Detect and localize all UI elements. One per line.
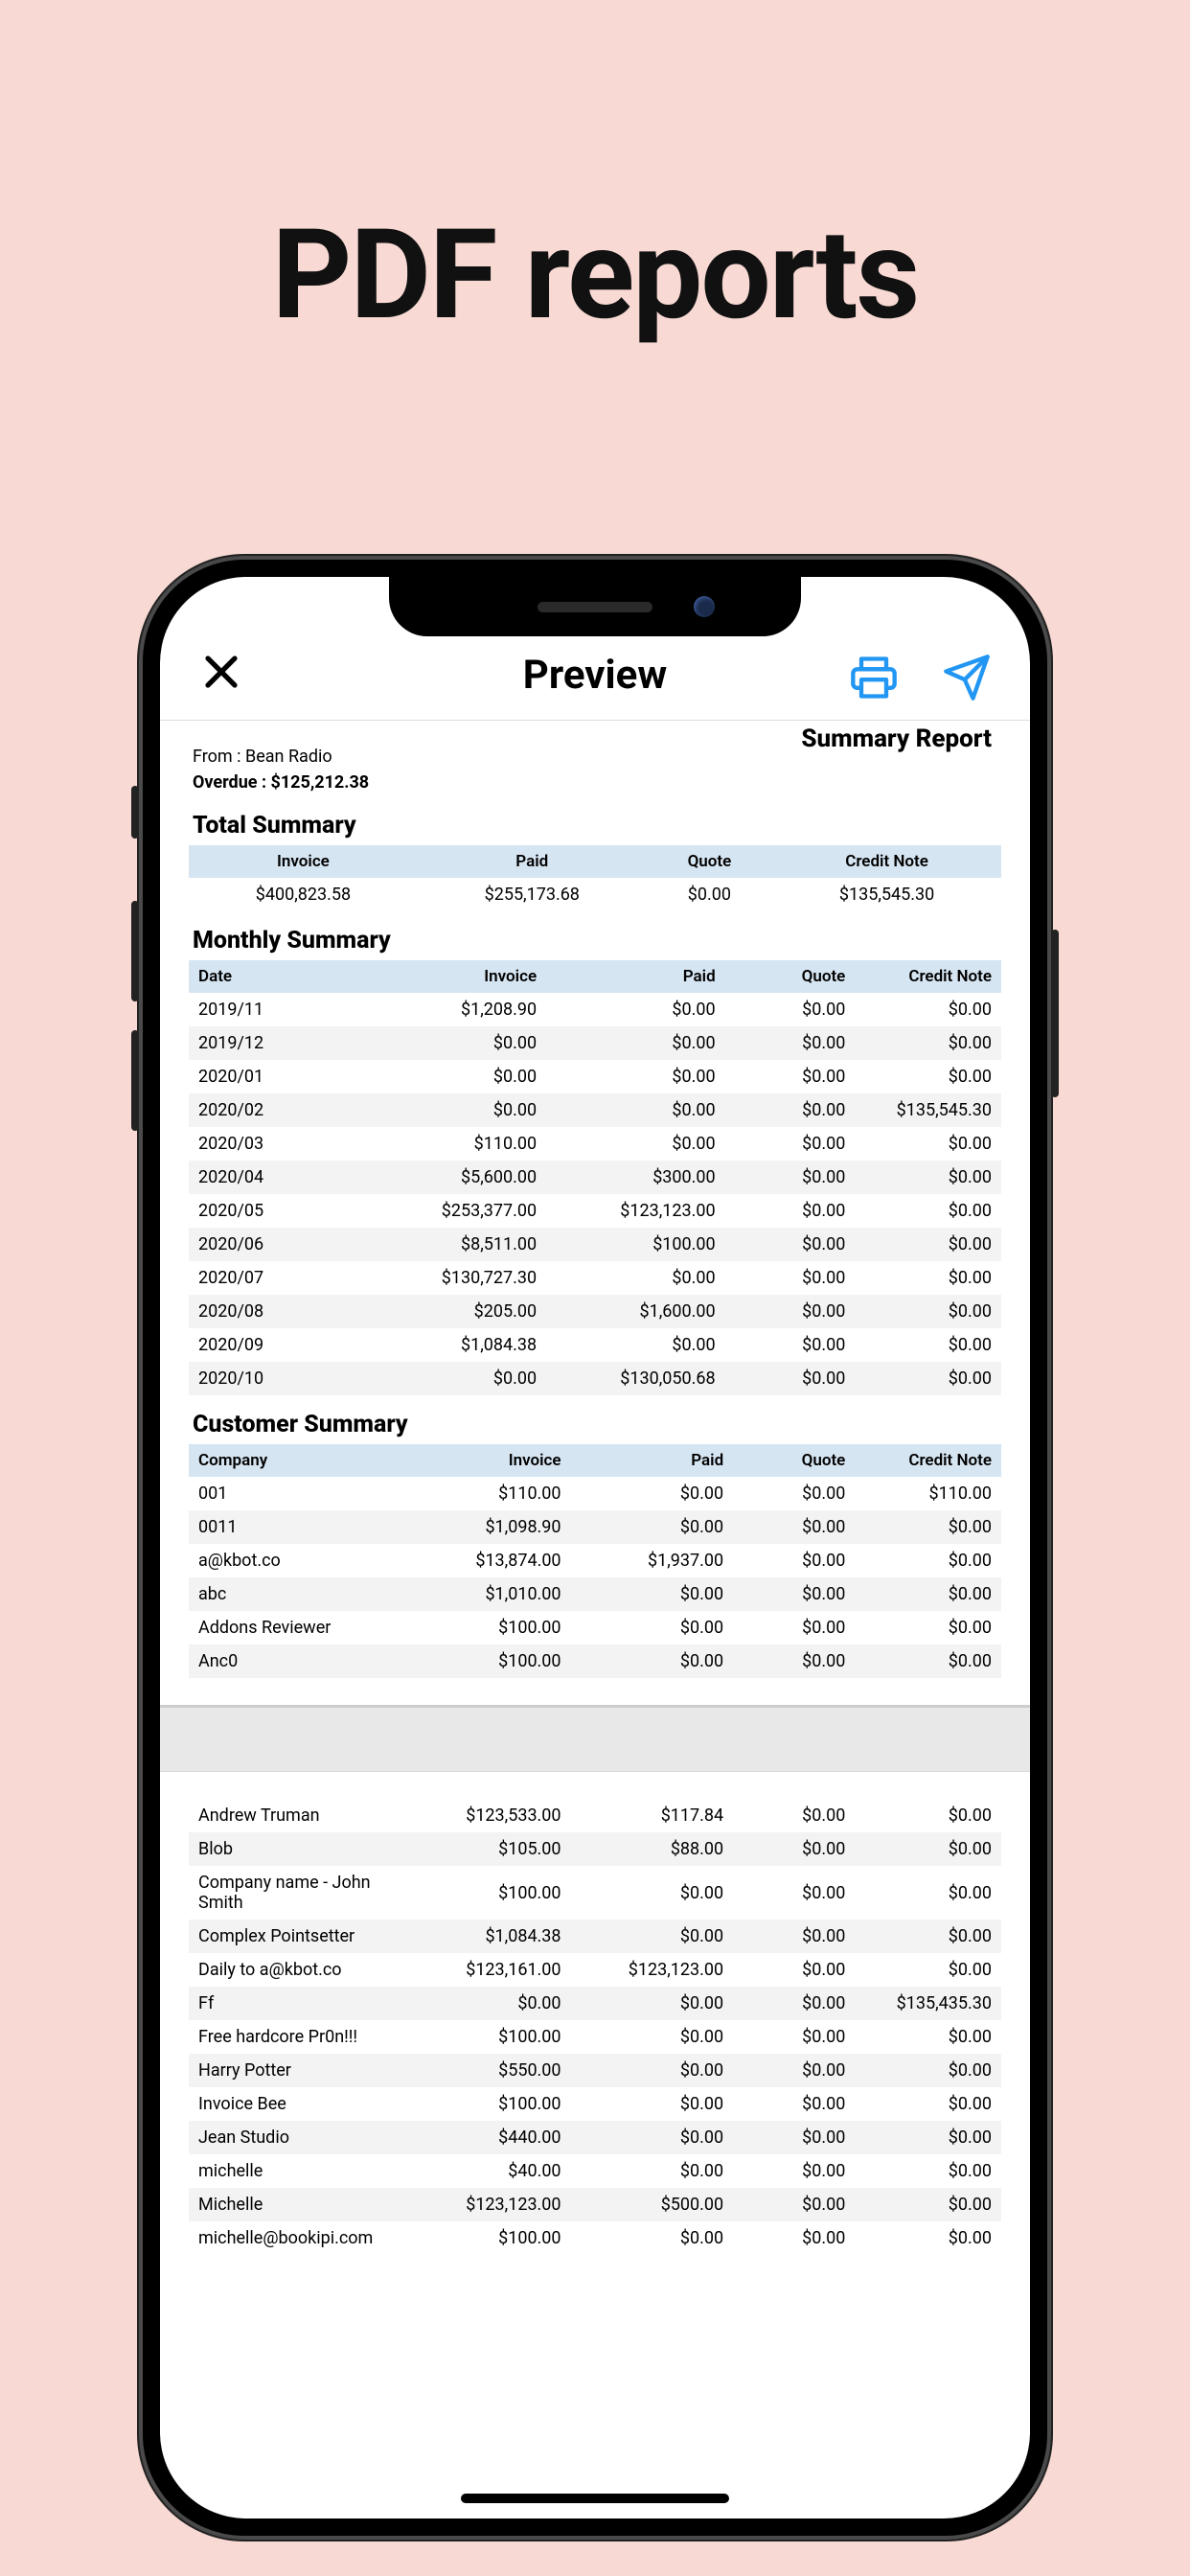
table-row: Addons Reviewer$100.00$0.00$0.00$0.00 [189,1611,1001,1644]
table-row: Company name - John Smith$100.00$0.00$0.… [189,1866,1001,1920]
home-indicator[interactable] [461,2494,729,2503]
speaker-grille [538,602,652,612]
table-row: Anc0$100.00$0.00$0.00$0.00 [189,1644,1001,1678]
silence-switch [131,786,139,839]
customer-summary-heading: Customer Summary [193,1411,997,1438]
table-row: Daily to a@kbot.co$123,161.00$123,123.00… [189,1953,1001,1987]
table-row: 001$110.00$0.00$0.00$110.00 [189,1477,1001,1510]
monthly-summary-table: Date Invoice Paid Quote Credit Note 2019… [189,960,1001,1395]
col-quote: Quote [647,845,772,878]
promo-headline: PDF reports [0,201,1190,348]
printer-icon [849,653,899,702]
table-row: 2020/01$0.00$0.00$0.00$0.00 [189,1060,1001,1093]
total-summary-heading: Total Summary [193,812,997,840]
table-row: abc$1,010.00$0.00$0.00$0.00 [189,1577,1001,1611]
table-row: Harry Potter$550.00$0.00$0.00$0.00 [189,2054,1001,2087]
table-row: michelle@bookipi.com$100.00$0.00$0.00$0.… [189,2221,1001,2255]
table-row: 2020/04$5,600.00$300.00$0.00$0.00 [189,1161,1001,1194]
phone-mockup: Preview [139,556,1051,2540]
overdue-amount: Overdue : $125,212.38 [193,772,997,793]
report-body[interactable]: From : Bean Radio Summary Report Overdue… [160,721,1030,2518]
col-credit-note: Credit Note [772,845,1001,878]
table-row: 2020/05$253,377.00$123,123.00$0.00$0.00 [189,1194,1001,1228]
close-icon [198,649,244,695]
table-row: 0011$1,098.90$0.00$0.00$0.00 [189,1510,1001,1544]
table-row: 2020/03$110.00$0.00$0.00$0.00 [189,1127,1001,1161]
send-button[interactable] [942,653,992,706]
table-row: a@kbot.co$13,874.00$1,937.00$0.00$0.00 [189,1544,1001,1577]
front-camera [694,596,715,617]
table-row: Andrew Truman$123,533.00$117.84$0.00$0.0… [189,1799,1001,1832]
total-summary-table: Invoice Paid Quote Credit Note $400,823.… [189,845,1001,911]
report-heading: Summary Report [801,724,992,753]
table-row: 2020/08$205.00$1,600.00$0.00$0.00 [189,1295,1001,1328]
table-row: Ff$0.00$0.00$0.00$135,435.30 [189,1987,1001,2020]
volume-up-button [131,901,139,1001]
table-row: 2020/10$0.00$130,050.68$0.00$0.00 [189,1362,1001,1395]
table-row: 2019/11$1,208.90$0.00$0.00$0.00 [189,993,1001,1026]
table-row: 2020/07$130,727.30$0.00$0.00$0.00 [189,1261,1001,1295]
phone-notch [389,577,801,636]
paper-plane-icon [942,653,992,702]
table-row: 2020/02$0.00$0.00$0.00$135,545.30 [189,1093,1001,1127]
table-row: Complex Pointsetter$1,084.38$0.00$0.00$0… [189,1920,1001,1953]
customer-summary-table: Company Invoice Paid Quote Credit Note 0… [189,1444,1001,1678]
table-row: 2019/12$0.00$0.00$0.00$0.00 [189,1026,1001,1060]
print-button[interactable] [849,653,899,706]
table-row: Free hardcore Pr0n!!!$100.00$0.00$0.00$0… [189,2020,1001,2054]
table-row: michelle$40.00$0.00$0.00$0.00 [189,2154,1001,2188]
col-invoice: Invoice [189,845,418,878]
report-date-range [193,728,332,747]
volume-down-button [131,1030,139,1131]
table-row: 2020/06$8,511.00$100.00$0.00$0.00 [189,1228,1001,1261]
table-row: Blob$105.00$88.00$0.00$0.00 [189,1832,1001,1866]
table-row: Jean Studio$440.00$0.00$0.00$0.00 [189,2121,1001,2154]
close-button[interactable] [198,649,244,699]
report-from: From : Bean Radio [193,747,332,767]
table-row: 2020/09$1,084.38$0.00$0.00$0.00 [189,1328,1001,1362]
col-paid: Paid [418,845,647,878]
phone-screen: Preview [160,577,1030,2518]
page-break [160,1705,1030,1772]
monthly-summary-heading: Monthly Summary [193,927,997,954]
power-button [1051,930,1059,1097]
table-row: Michelle$123,123.00$500.00$0.00$0.00 [189,2188,1001,2221]
table-row: $400,823.58 $255,173.68 $0.00 $135,545.3… [189,878,1001,911]
table-row: Invoice Bee$100.00$0.00$0.00$0.00 [189,2087,1001,2121]
customer-summary-table-continued: Andrew Truman$123,533.00$117.84$0.00$0.0… [189,1799,1001,2255]
